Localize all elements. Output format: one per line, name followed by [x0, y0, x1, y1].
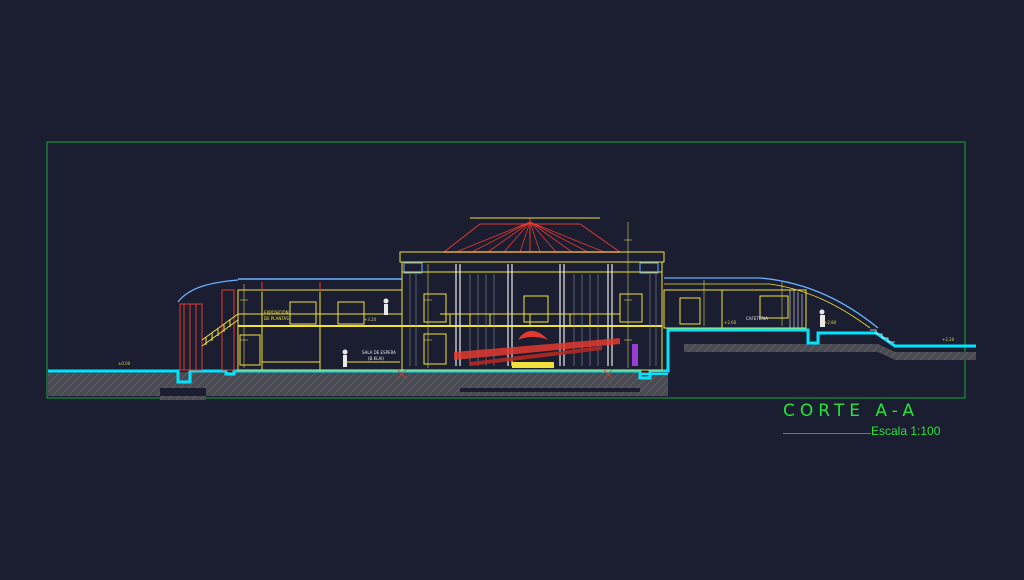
label-exposicion-2: DE PLANTAS [264, 316, 289, 321]
human-figures [342, 298, 825, 367]
dome-roof [399, 217, 665, 274]
label-sala-2: (B.KLAI) [368, 356, 384, 361]
right-roof-curve-2 [664, 283, 871, 329]
earth-band [48, 372, 668, 388]
cad-viewport[interactable]: EXPOSICIÓN DE PLANTAS SALA DE ESPERA (B.… [0, 0, 1024, 576]
right-hatch [789, 290, 803, 328]
level-mezz: +3.20 [364, 317, 377, 322]
ramp-sculpture [454, 330, 638, 368]
central-hall [401, 261, 663, 371]
level-right: +2.60 [724, 320, 737, 325]
level-left: ±0.00 [118, 361, 131, 366]
mezzanine-rail [440, 313, 620, 326]
level-right2: +2.80 [824, 320, 837, 325]
label-sala-1: SALA DE ESPERA [362, 350, 396, 355]
section-drawing: EXPOSICIÓN DE PLANTAS SALA DE ESPERA (B.… [46, 141, 976, 400]
left-roof-curve [177, 279, 239, 303]
right-roof-curve [664, 277, 879, 329]
level-far: +2.20 [942, 337, 955, 342]
label-exposicion-1: EXPOSICIÓN [264, 310, 289, 315]
label-cafeteria: CAFETERIA [746, 316, 768, 321]
